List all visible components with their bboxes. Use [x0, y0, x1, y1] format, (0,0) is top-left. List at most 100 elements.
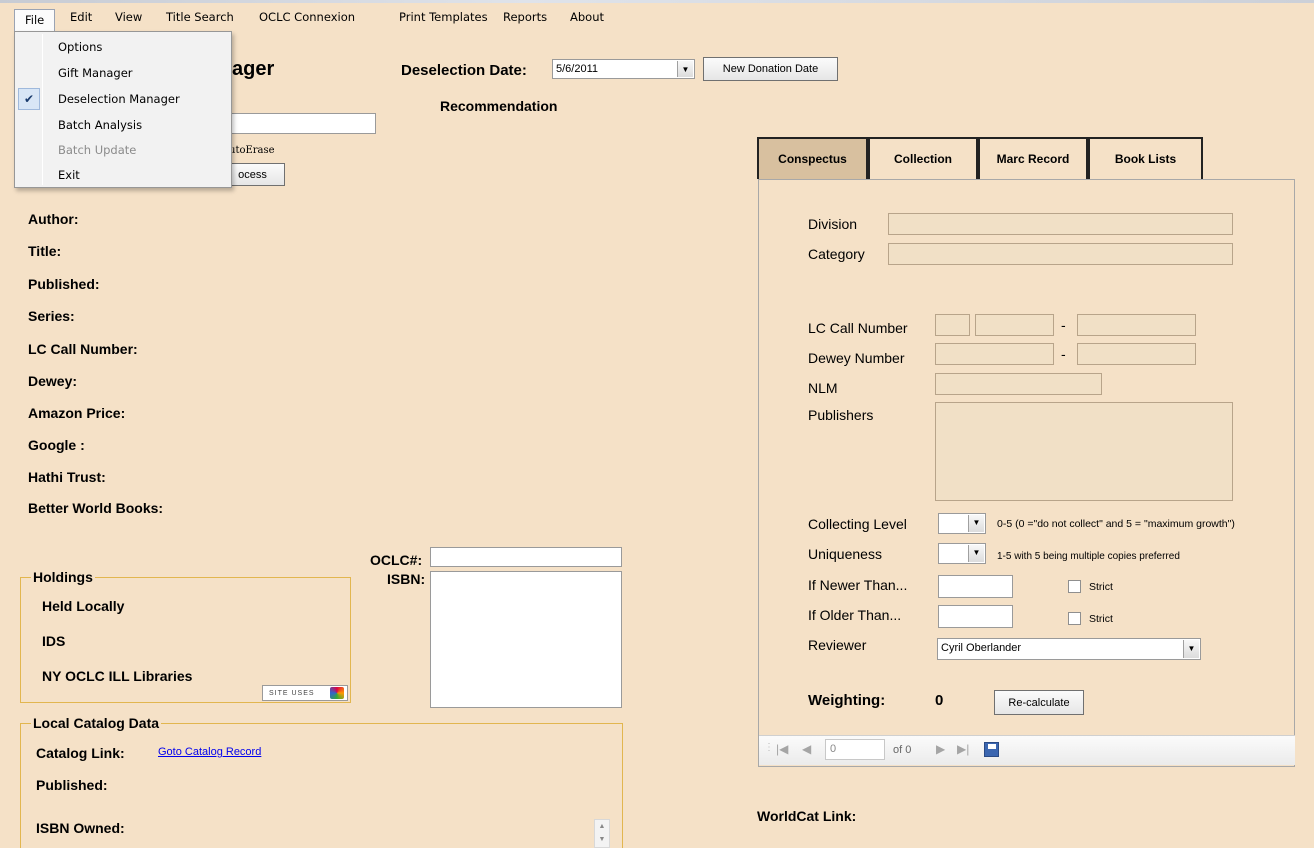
- publishers-field[interactable]: [935, 402, 1233, 501]
- older-strict-label: Strict: [1089, 613, 1113, 625]
- division-field[interactable]: [888, 213, 1233, 235]
- google-label: Google :: [28, 437, 85, 453]
- division-label: Division: [808, 216, 858, 232]
- series-label: Series:: [28, 308, 75, 324]
- menu-file[interactable]: File: [14, 9, 55, 31]
- reviewer-select[interactable]: Cyril Oberlander ▼: [937, 638, 1201, 660]
- worldcat-link-label: WorldCat Link:: [757, 808, 857, 824]
- lc-class-field[interactable]: [935, 314, 970, 336]
- reviewer-label: Reviewer: [808, 637, 867, 653]
- newer-strict-label: Strict: [1089, 581, 1113, 593]
- reviewer-value: Cyril Oberlander: [941, 642, 1022, 654]
- menu-deselection-manager[interactable]: Deselection Manager: [58, 92, 180, 106]
- isbn-owned-scrollbar[interactable]: ▲ ▼: [594, 819, 610, 848]
- held-locally-label: Held Locally: [42, 598, 125, 614]
- author-label: Author:: [28, 211, 79, 227]
- deselection-date-value: 5/6/2011: [556, 63, 599, 75]
- lc-start-field[interactable]: [975, 314, 1054, 336]
- category-label: Category: [808, 246, 865, 262]
- site-uses-badge[interactable]: SITE USES: [262, 685, 348, 701]
- deselection-date-picker[interactable]: 5/6/2011 ▼: [552, 59, 695, 79]
- dewey-end-field[interactable]: [1077, 343, 1196, 365]
- grip-icon: ⋮: [764, 742, 774, 753]
- ids-label: IDS: [42, 633, 66, 649]
- recommendation-label: Recommendation: [440, 98, 558, 114]
- dewey-label: Dewey:: [28, 373, 78, 389]
- goto-catalog-record-link[interactable]: Goto Catalog Record: [158, 746, 261, 758]
- move-last-icon[interactable]: ▶|: [957, 742, 969, 756]
- tab-book-lists[interactable]: Book Lists: [1088, 137, 1203, 179]
- tab-conspectus[interactable]: Conspectus: [757, 137, 868, 179]
- newer-strict-checkbox[interactable]: [1068, 580, 1081, 593]
- search-input[interactable]: [230, 113, 376, 134]
- title-label: Title:: [28, 243, 62, 259]
- uniqueness-label: Uniqueness: [808, 546, 882, 562]
- menu-edit[interactable]: Edit: [70, 10, 92, 24]
- older-than-label: If Older Than...: [808, 607, 902, 623]
- better-world-books-label: Better World Books:: [28, 500, 164, 516]
- menu-print-templates[interactable]: Print Templates: [399, 10, 488, 24]
- menu-batch-analysis[interactable]: Batch Analysis: [58, 118, 142, 132]
- move-next-icon[interactable]: ▶: [936, 742, 945, 756]
- isbn-textarea[interactable]: [430, 571, 622, 708]
- dewey-dash: -: [1061, 346, 1066, 362]
- chevron-down-icon[interactable]: ▼: [968, 515, 984, 532]
- holdings-title: Holdings: [31, 569, 95, 585]
- chevron-down-icon[interactable]: ▼: [968, 545, 984, 562]
- menu-batch-update: Batch Update: [58, 143, 137, 157]
- collecting-level-hint: 0-5 (0 ="do not collect" and 5 = "maximu…: [997, 518, 1235, 530]
- newer-than-input[interactable]: [938, 575, 1013, 598]
- menu-gift-manager[interactable]: Gift Manager: [58, 66, 133, 80]
- move-previous-icon[interactable]: ◀: [802, 742, 811, 756]
- published-label: Published:: [28, 276, 100, 292]
- tab-marc-record[interactable]: Marc Record: [978, 137, 1088, 179]
- uniqueness-hint: 1-5 with 5 being multiple copies preferr…: [997, 551, 1180, 562]
- menu-view[interactable]: View: [115, 10, 142, 24]
- menu-reports[interactable]: Reports: [503, 10, 547, 24]
- isbn-label: ISBN:: [387, 571, 426, 587]
- weighting-value: 0: [935, 692, 944, 709]
- oclc-label: OCLC#:: [370, 552, 423, 568]
- local-catalog-title: Local Catalog Data: [31, 715, 162, 731]
- nlm-field[interactable]: [935, 373, 1102, 395]
- menu-about[interactable]: About: [570, 10, 604, 24]
- catalog-link-label: Catalog Link:: [36, 745, 125, 761]
- recalculate-button[interactable]: Re-calculate: [994, 690, 1084, 715]
- deselection-date-label: Deselection Date:: [401, 62, 527, 79]
- lc-call-number-field-label: LC Call Number: [808, 320, 908, 336]
- autoerase-label: utoErase: [229, 145, 275, 156]
- ny-oclc-ill-label: NY OCLC ILL Libraries: [42, 668, 193, 684]
- menu-options[interactable]: Options: [58, 40, 102, 54]
- older-than-input[interactable]: [938, 605, 1013, 628]
- tab-collection[interactable]: Collection: [868, 137, 978, 179]
- record-count: of 0: [893, 744, 912, 756]
- site-uses-text: SITE USES: [269, 690, 315, 697]
- binding-navigator: ⋮ |◀ ◀ 0 of 0 ▶ ▶|: [759, 735, 1295, 765]
- save-icon[interactable]: [984, 742, 999, 757]
- menu-oclc-connexion[interactable]: OCLC Connexion: [259, 10, 355, 24]
- menu-title-search[interactable]: Title Search: [166, 10, 234, 24]
- category-field[interactable]: [888, 243, 1233, 265]
- dewey-start-field[interactable]: [935, 343, 1054, 365]
- chevron-down-icon[interactable]: ▼: [677, 61, 693, 77]
- collecting-level-select[interactable]: ▼: [938, 513, 986, 534]
- position-input[interactable]: 0: [825, 739, 885, 760]
- new-donation-date-button[interactable]: New Donation Date: [703, 57, 838, 81]
- older-strict-checkbox[interactable]: [1068, 612, 1081, 625]
- file-menu-dropdown: Options Gift Manager ✔ Deselection Manag…: [14, 31, 232, 188]
- nlm-label: NLM: [808, 380, 838, 396]
- menu-exit[interactable]: Exit: [58, 168, 80, 182]
- amazon-price-label: Amazon Price:: [28, 405, 126, 421]
- lc-end-field[interactable]: [1077, 314, 1196, 336]
- newer-than-label: If Newer Than...: [808, 577, 908, 593]
- lc-call-number-label: LC Call Number:: [28, 341, 138, 357]
- chevron-down-icon[interactable]: ▼: [1183, 640, 1199, 658]
- form-title: ager: [232, 58, 275, 80]
- move-first-icon[interactable]: |◀: [776, 742, 788, 756]
- lc-dash: -: [1061, 317, 1066, 333]
- publishers-label: Publishers: [808, 407, 874, 423]
- uniqueness-select[interactable]: ▼: [938, 543, 986, 564]
- oclc-input[interactable]: [430, 547, 622, 567]
- catalog-published-label: Published:: [36, 777, 108, 793]
- check-icon: ✔: [18, 88, 40, 110]
